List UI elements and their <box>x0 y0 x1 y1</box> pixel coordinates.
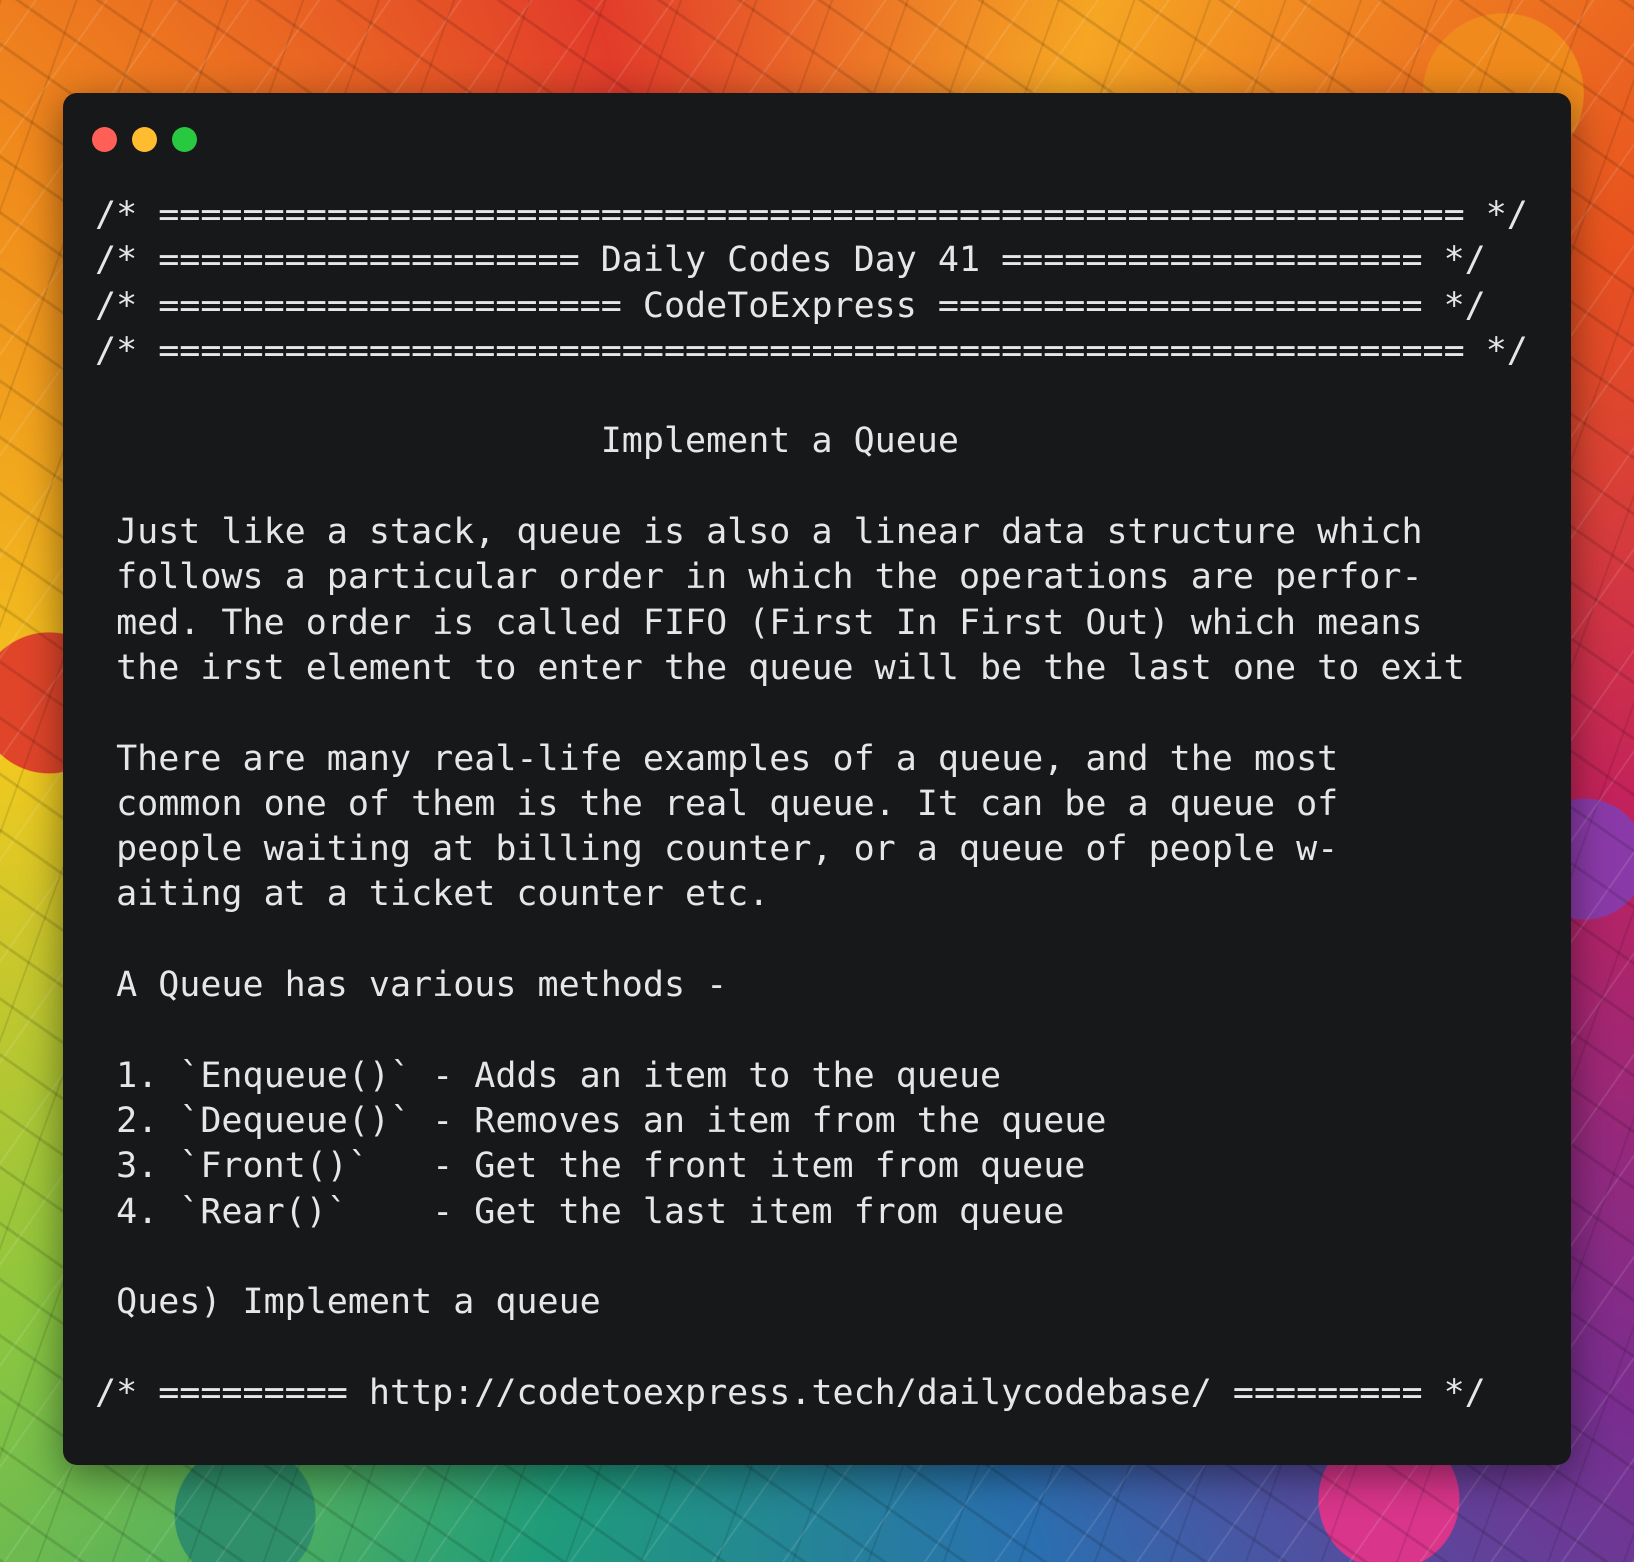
maximize-dot-icon[interactable] <box>172 127 197 152</box>
code-line: 4. `Rear()` - Get the last item from que… <box>95 1191 1065 1232</box>
code-line: 3. `Front()` - Get the front item from q… <box>95 1146 1086 1187</box>
code-line: Ques) Implement a queue <box>95 1282 601 1323</box>
code-line: aiting at a ticket counter etc. <box>95 874 770 915</box>
code-line: /* ==================== Daily Codes Day … <box>95 240 1486 281</box>
code-line: Just like a stack, queue is also a linea… <box>95 512 1423 553</box>
code-line: med. The order is called FIFO (First In … <box>95 602 1423 643</box>
code-line: /* =====================================… <box>95 330 1528 371</box>
code-line: follows a particular order in which the … <box>95 557 1423 598</box>
code-window: /* =====================================… <box>63 93 1571 1465</box>
code-line: people waiting at billing counter, or a … <box>95 829 1339 870</box>
code-line: /* ========= http://codetoexpress.tech/d… <box>95 1372 1486 1413</box>
code-line: There are many real-life examples of a q… <box>95 738 1339 779</box>
window-controls <box>92 127 197 152</box>
code-line: Implement a Queue <box>95 421 959 462</box>
code-line: 1. `Enqueue()` - Adds an item to the que… <box>95 1055 1002 1096</box>
code-line: the irst element to enter the queue will… <box>95 647 1465 688</box>
code-block: /* =====================================… <box>95 193 1528 1416</box>
code-line: /* ====================== CodeToExpress … <box>95 285 1486 326</box>
code-line: /* =====================================… <box>95 195 1528 235</box>
code-line: common one of them is the real queue. It… <box>95 783 1339 824</box>
minimize-dot-icon[interactable] <box>132 127 157 152</box>
code-line: 2. `Dequeue()` - Removes an item from th… <box>95 1100 1107 1141</box>
code-line: A Queue has various methods - <box>95 965 728 1006</box>
close-dot-icon[interactable] <box>92 127 117 152</box>
